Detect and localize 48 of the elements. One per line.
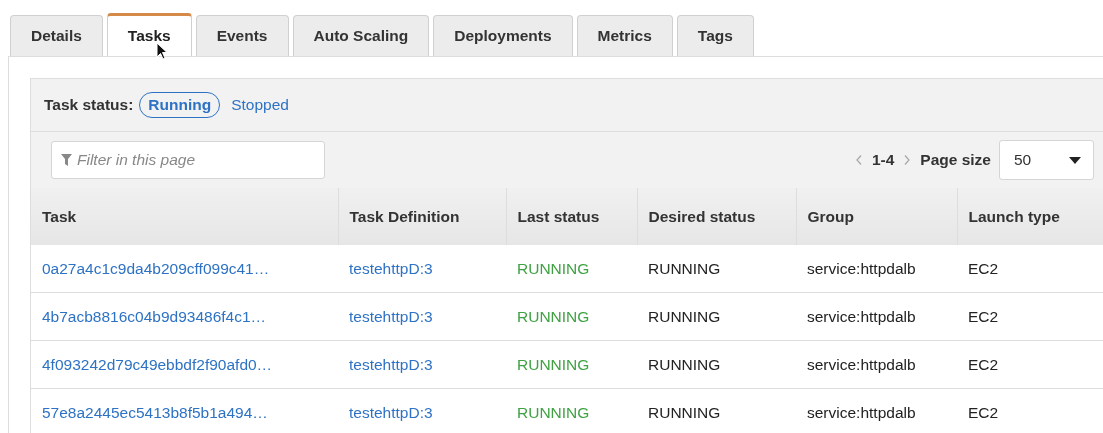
- table-cell: RUNNING: [637, 388, 796, 433]
- task-definition-link[interactable]: testehttpD:3: [349, 403, 433, 421]
- tab[interactable]: Tags: [676, 15, 754, 56]
- task-link[interactable]: 0a27a4c1c9da4b209cff099c41…: [42, 259, 270, 277]
- table-cell: EC2: [957, 340, 1103, 389]
- column-header[interactable]: Desired status: [637, 188, 796, 245]
- table-cell: service:httpdalb: [796, 340, 957, 389]
- filter-icon: [61, 154, 72, 166]
- column-header[interactable]: Task: [31, 188, 338, 245]
- table-cell: RUNNING: [637, 292, 796, 341]
- tab[interactable]: Tasks: [106, 13, 192, 56]
- task-definition-link[interactable]: testehttpD:3: [349, 259, 433, 277]
- status-cell: RUNNING: [506, 388, 637, 433]
- tab[interactable]: Details: [10, 15, 103, 56]
- task-link[interactable]: 4b7acb8816c04b9d93486f4c1…: [42, 307, 267, 325]
- task-definition-link[interactable]: testehttpD:3: [349, 355, 433, 373]
- tab[interactable]: Auto Scaling: [292, 15, 430, 56]
- status-cell: RUNNING: [506, 340, 637, 389]
- tab[interactable]: Events: [195, 15, 289, 56]
- table-cell: EC2: [957, 388, 1103, 433]
- status-cell: RUNNING: [506, 245, 637, 293]
- page-size-select[interactable]: 50: [999, 140, 1094, 180]
- status-cell: RUNNING: [506, 292, 637, 341]
- next-page-icon[interactable]: [904, 155, 911, 165]
- task-definition-link[interactable]: testehttpD:3: [349, 307, 433, 325]
- table-cell: RUNNING: [637, 340, 796, 389]
- table-cell: EC2: [957, 292, 1103, 341]
- page-range: 1-4: [871, 151, 895, 169]
- table-cell: service:httpdalb: [796, 388, 957, 433]
- column-header[interactable]: Launch type: [957, 188, 1103, 245]
- table-cell: EC2: [957, 245, 1103, 293]
- tab[interactable]: Deployments: [433, 15, 573, 56]
- column-header[interactable]: Task Definition: [338, 188, 506, 245]
- status-filter-option[interactable]: Stopped: [222, 92, 298, 118]
- task-link[interactable]: 57e8a2445ec5413b8f5b1a494…: [42, 403, 268, 421]
- table-cell: RUNNING: [637, 245, 796, 293]
- table-cell: service:httpdalb: [796, 245, 957, 293]
- filter-field[interactable]: Filter in this page: [51, 141, 325, 179]
- column-header[interactable]: Last status: [506, 188, 637, 245]
- task-link[interactable]: 4f093242d79c49ebbdf2f90afd0…: [42, 355, 273, 373]
- table-cell: service:httpdalb: [796, 292, 957, 341]
- task-status-label: Task status:: [44, 96, 134, 114]
- tab[interactable]: Metrics: [576, 15, 673, 56]
- mouse-pointer-icon: [156, 42, 168, 60]
- dropdown-caret-icon: [1069, 156, 1081, 164]
- page-size-label: Page size: [920, 151, 991, 169]
- column-header[interactable]: Group: [796, 188, 957, 245]
- previous-page-icon[interactable]: [855, 155, 862, 165]
